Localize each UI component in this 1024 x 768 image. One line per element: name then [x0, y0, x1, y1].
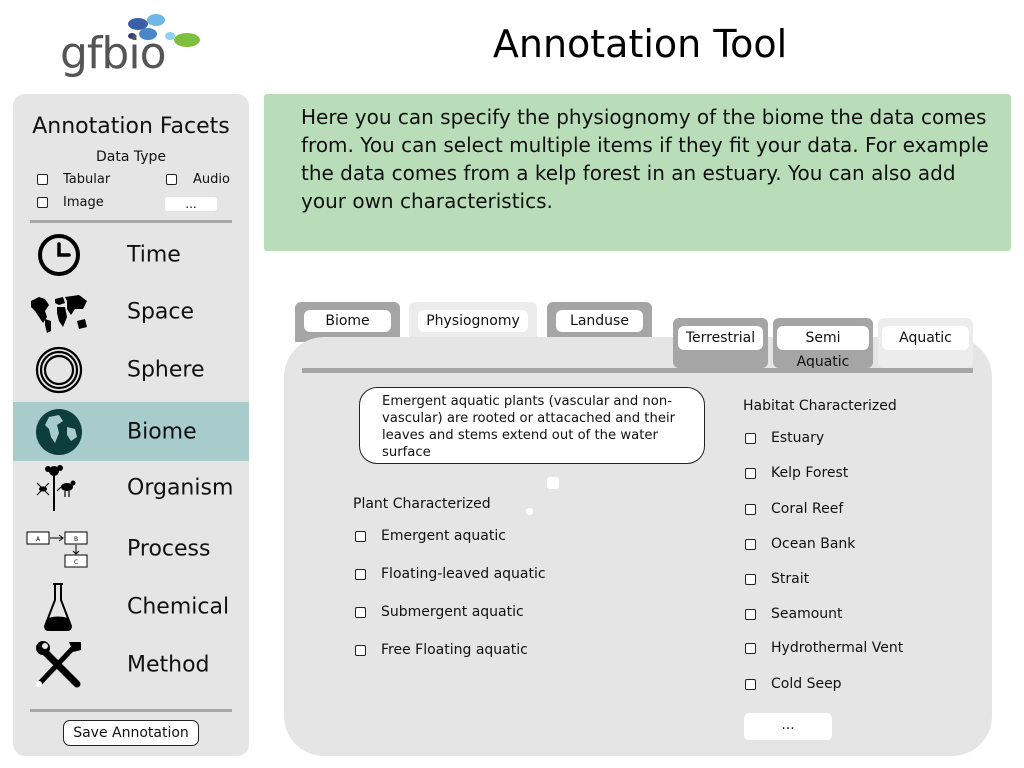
svg-text:C: C [74, 559, 78, 566]
tabular-checkbox[interactable] [37, 174, 48, 185]
tabular-label: Tabular [63, 172, 111, 187]
facet-process[interactable]: A B C Process [13, 520, 249, 578]
tab-label: Semi Aquatic [777, 326, 869, 370]
plant-title: Plant Characterized [353, 496, 491, 512]
facet-label: Process [127, 536, 211, 562]
habitat-checkbox[interactable] [745, 468, 756, 479]
audio-label: Audio [193, 172, 230, 187]
plant-checkbox[interactable] [355, 531, 366, 542]
facet-sphere[interactable]: Sphere [13, 341, 249, 399]
data-type-more-button[interactable]: ... [165, 197, 217, 211]
habitat-title: Habitat Characterized [743, 398, 897, 414]
facet-method[interactable]: Method [13, 636, 249, 694]
facet-chemical[interactable]: Chemical [13, 578, 249, 636]
tab-label: Biome [304, 310, 391, 332]
sphere-rings-icon [29, 345, 89, 395]
sidebar-divider-top [30, 220, 232, 223]
svg-text:B: B [74, 536, 78, 543]
tab-label: Landuse [556, 310, 643, 332]
sidebar: Annotation Facets Data Type Tabular Audi… [13, 94, 249, 756]
tab-biome[interactable]: Biome [295, 302, 400, 342]
habitat-item-label: Hydrothermal Vent [771, 640, 904, 656]
clock-icon [29, 230, 89, 280]
habitat-item-label: Coral Reef [771, 501, 844, 517]
tooltip: Emergent aquatic plants (vascular and no… [359, 387, 705, 464]
facet-label: Chemical [127, 594, 230, 620]
data-type-label: Data Type [95, 149, 167, 165]
tools-icon [29, 640, 89, 690]
facet-label: Biome [127, 419, 197, 444]
image-checkbox[interactable] [37, 197, 48, 208]
tab-label: Terrestrial [678, 326, 763, 350]
habitat-checkbox[interactable] [745, 609, 756, 620]
facet-label: Space [127, 299, 195, 325]
habitat-checkbox[interactable] [745, 574, 756, 585]
facet-organism[interactable]: Organism [13, 459, 249, 517]
habitat-checkbox[interactable] [745, 643, 756, 654]
tab-physiognomy[interactable]: Physiognomy [409, 302, 537, 342]
plant-checkbox[interactable] [355, 645, 366, 656]
habitat-checkbox[interactable] [745, 539, 756, 550]
habitat-checkbox[interactable] [745, 504, 756, 515]
plant-item-label: Emergent aquatic [381, 528, 506, 544]
tooltip-pointer-dot [526, 508, 533, 515]
plant-item-label: Floating-leaved aquatic [381, 566, 546, 582]
habitat-checkbox[interactable] [745, 679, 756, 690]
facet-space[interactable]: Space [13, 283, 249, 341]
plant-checkbox[interactable] [355, 607, 366, 618]
habitat-item-label: Ocean Bank [771, 536, 856, 552]
plant-checkbox[interactable] [355, 569, 366, 580]
habitat-item-label: Cold Seep [771, 676, 842, 692]
habitat-more-button[interactable]: ... [744, 713, 832, 740]
facet-label: Organism [127, 475, 234, 501]
tab-terrestrial[interactable]: Terrestrial [673, 318, 768, 368]
tab-aquatic[interactable]: Aquatic [878, 318, 973, 368]
tab-semi-aquatic[interactable]: Semi Aquatic [773, 318, 873, 370]
info-text: Here you can specify the physiognomy of … [301, 105, 989, 213]
world-map-icon [29, 287, 89, 337]
facet-biome[interactable]: Biome [13, 402, 249, 461]
facet-label: Sphere [127, 357, 205, 383]
plant-item-label: Free Floating aquatic [381, 642, 528, 658]
facets-title: Annotation Facets [32, 114, 230, 139]
plant-item-label: Submergent aquatic [381, 604, 524, 620]
habitat-item-label: Seamount [771, 606, 843, 622]
globe-icon [29, 407, 89, 457]
process-flow-icon: A B C [25, 524, 95, 574]
image-label: Image [63, 195, 104, 210]
logo-text: gfbio [60, 28, 166, 79]
tooltip-pointer-dot [547, 477, 559, 489]
page-title: Annotation Tool [492, 22, 788, 66]
tab-label: Physiognomy [418, 310, 528, 332]
habitat-item-label: Strait [771, 571, 810, 587]
tooltip-text: Emergent aquatic plants (vascular and no… [382, 394, 676, 460]
tab-landuse[interactable]: Landuse [547, 302, 652, 342]
tab-label: Aquatic [882, 326, 969, 350]
facet-label: Method [127, 652, 210, 678]
audio-checkbox[interactable] [166, 174, 177, 185]
habitat-checkbox[interactable] [745, 433, 756, 444]
flask-icon [29, 582, 89, 632]
habitat-item-label: Estuary [771, 430, 825, 446]
organism-icon [29, 463, 89, 513]
sidebar-divider-bottom [30, 709, 232, 712]
info-box: Here you can specify the physiognomy of … [264, 94, 1011, 251]
panel-divider [302, 368, 973, 373]
habitat-item-label: Kelp Forest [771, 465, 849, 481]
facet-time[interactable]: Time [13, 226, 249, 284]
save-annotation-button[interactable]: Save Annotation [63, 720, 199, 746]
facet-label: Time [127, 242, 181, 268]
